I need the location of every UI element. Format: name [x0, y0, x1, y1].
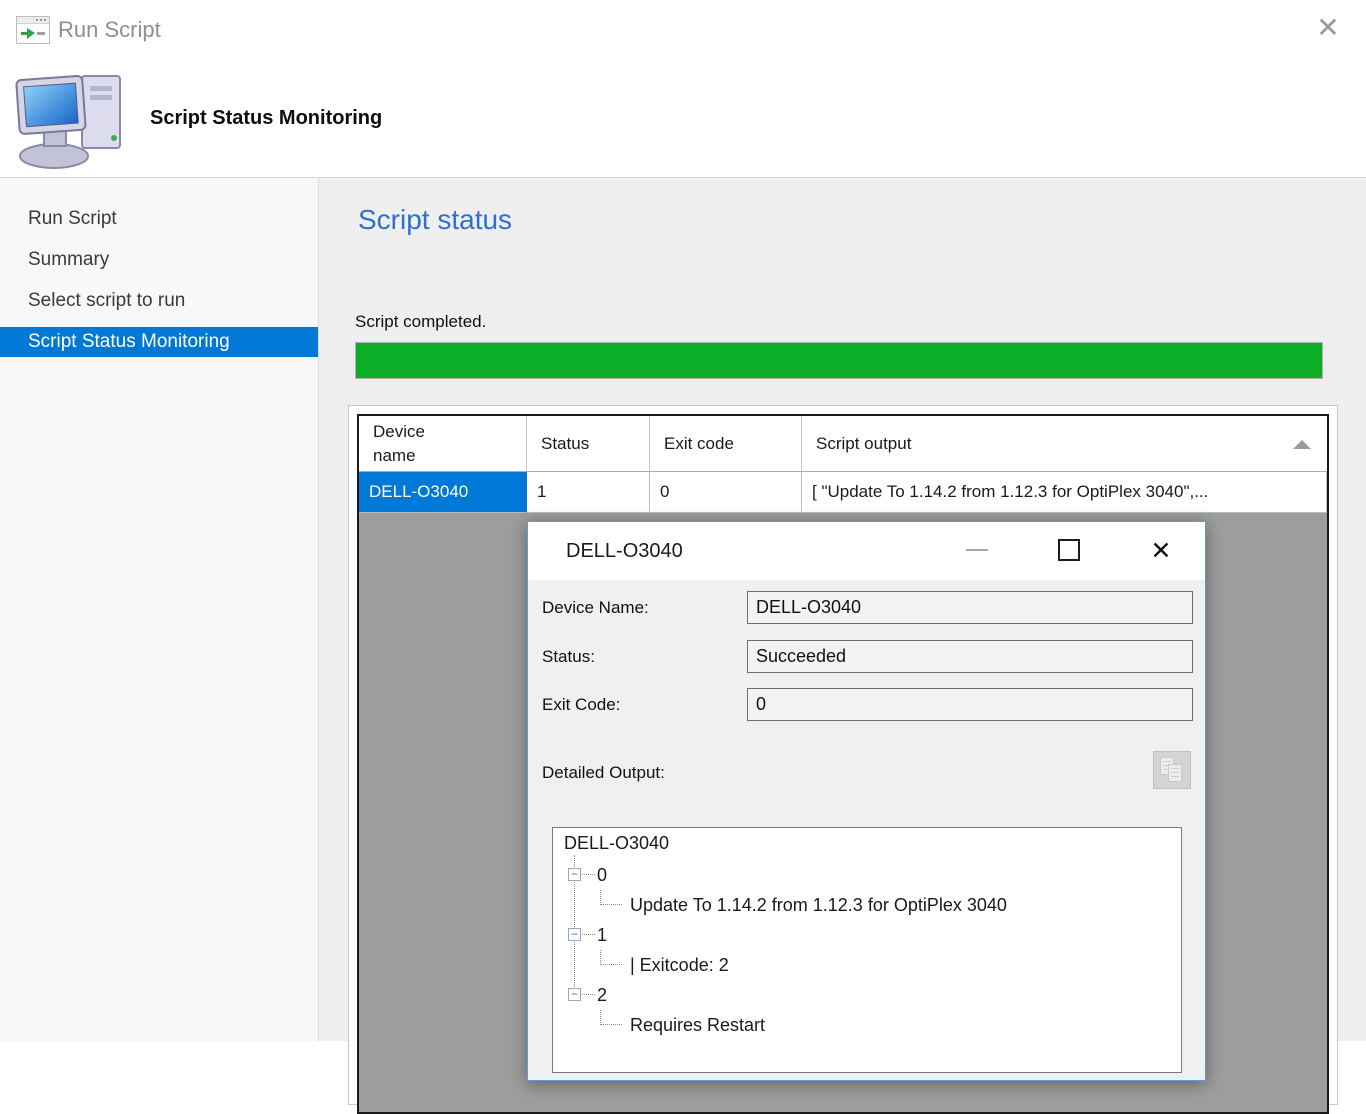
- device-name-field[interactable]: [748, 592, 1192, 623]
- cell-exit-code[interactable]: 0: [650, 472, 802, 513]
- tree-node-label[interactable]: 0: [597, 864, 607, 886]
- close-icon: ✕: [1316, 12, 1339, 43]
- sidebar-item-run-script[interactable]: Run Script: [0, 204, 318, 234]
- window-close-button[interactable]: ✕: [1304, 4, 1352, 52]
- tree-collapse-icon[interactable]: −: [568, 868, 581, 881]
- exit-code-label: Exit Code:: [542, 688, 620, 721]
- detailed-output-label: Detailed Output:: [542, 763, 665, 783]
- exit-code-field[interactable]: [748, 689, 1192, 720]
- tree-collapse-icon[interactable]: −: [568, 988, 581, 1001]
- run-script-app-icon: [16, 16, 50, 44]
- maximize-icon[interactable]: [1058, 539, 1080, 561]
- app-icon-dots: [44, 19, 46, 21]
- column-header-script-output[interactable]: Script output: [802, 416, 1327, 471]
- sidebar-item-summary[interactable]: Summary: [0, 245, 318, 275]
- column-header-exit-code[interactable]: Exit code: [650, 416, 802, 471]
- tree-connector-dash: [582, 934, 595, 935]
- copy-button[interactable]: [1153, 751, 1191, 789]
- app-icon-arrow-head: [27, 28, 35, 39]
- sort-ascending-icon: [1293, 440, 1311, 449]
- tree-connector-elbow: [600, 1010, 622, 1025]
- column-header-device-name[interactable]: Device name: [359, 416, 527, 471]
- tree-leaf-label[interactable]: Update To 1.14.2 from 1.12.3 for OptiPle…: [630, 894, 1007, 916]
- grid-header-row: Device name Status Exit code Script outp…: [359, 416, 1327, 472]
- wizard-header: Script Status Monitoring: [0, 60, 1366, 178]
- column-header-label: Script output: [816, 434, 911, 454]
- cell-device-name[interactable]: DELL-O3040: [359, 472, 527, 513]
- device-name-field-frame: [747, 591, 1193, 624]
- progress-bar-fill: [356, 343, 1322, 378]
- tree-leaf-label[interactable]: | Exitcode: 2: [630, 954, 729, 976]
- tree-connector-elbow: [600, 950, 622, 965]
- column-header-label: Device name: [373, 420, 445, 468]
- device-detail-dialog: DELL-O3040 ✕ Device Name: Status: Exit C…: [527, 521, 1206, 1081]
- dialog-close-button[interactable]: ✕: [1136, 522, 1186, 580]
- minimize-icon[interactable]: [966, 549, 988, 551]
- tree-leaf-label[interactable]: Requires Restart: [630, 1014, 765, 1036]
- tree-root-label[interactable]: DELL-O3040: [564, 833, 669, 854]
- script-status-message: Script completed.: [355, 312, 486, 332]
- column-header-label: Status: [541, 434, 589, 454]
- dialog-titlebar: DELL-O3040 ✕: [528, 522, 1205, 580]
- exit-code-field-frame: [747, 688, 1193, 721]
- close-icon: ✕: [1151, 537, 1172, 565]
- cell-status[interactable]: 1: [527, 472, 650, 513]
- app-icon-dash: [37, 32, 45, 35]
- tree-connector-dash: [582, 874, 595, 875]
- status-label: Status:: [542, 640, 595, 673]
- page-title: Script Status Monitoring: [150, 107, 382, 130]
- cell-script-output[interactable]: [ "Update To 1.14.2 from 1.12.3 for Opti…: [802, 472, 1327, 513]
- column-header-label: Exit code: [664, 434, 734, 454]
- window-title: Run Script: [58, 0, 161, 60]
- detailed-output-tree: DELL-O3040 − 0 Update To 1.14.2 from 1.1…: [552, 827, 1182, 1073]
- sidebar-item-script-status-monitoring[interactable]: Script Status Monitoring: [0, 327, 318, 357]
- column-header-status[interactable]: Status: [527, 416, 650, 471]
- sidebar-item-select-script[interactable]: Select script to run: [0, 286, 318, 316]
- tree-node-label[interactable]: 1: [597, 924, 607, 946]
- tree-connector-elbow: [600, 890, 622, 905]
- wizard-sidebar: Run Script Summary Select script to run …: [0, 178, 319, 1041]
- copy-icon: [1168, 764, 1182, 782]
- progress-bar: [355, 342, 1323, 379]
- computer-icon: [12, 68, 138, 172]
- section-heading: Script status: [358, 204, 512, 236]
- dialog-title: DELL-O3040: [566, 522, 683, 580]
- tree-node-label[interactable]: 2: [597, 984, 607, 1006]
- window-titlebar: Run Script ✕: [0, 0, 1366, 60]
- tree-collapse-icon[interactable]: −: [568, 928, 581, 941]
- status-field[interactable]: [748, 641, 1192, 672]
- device-name-label: Device Name:: [542, 591, 649, 624]
- status-field-frame: [747, 640, 1193, 673]
- tree-connector-dash: [582, 994, 595, 995]
- table-row[interactable]: DELL-O3040 1 0 [ "Update To 1.14.2 from …: [359, 472, 1327, 513]
